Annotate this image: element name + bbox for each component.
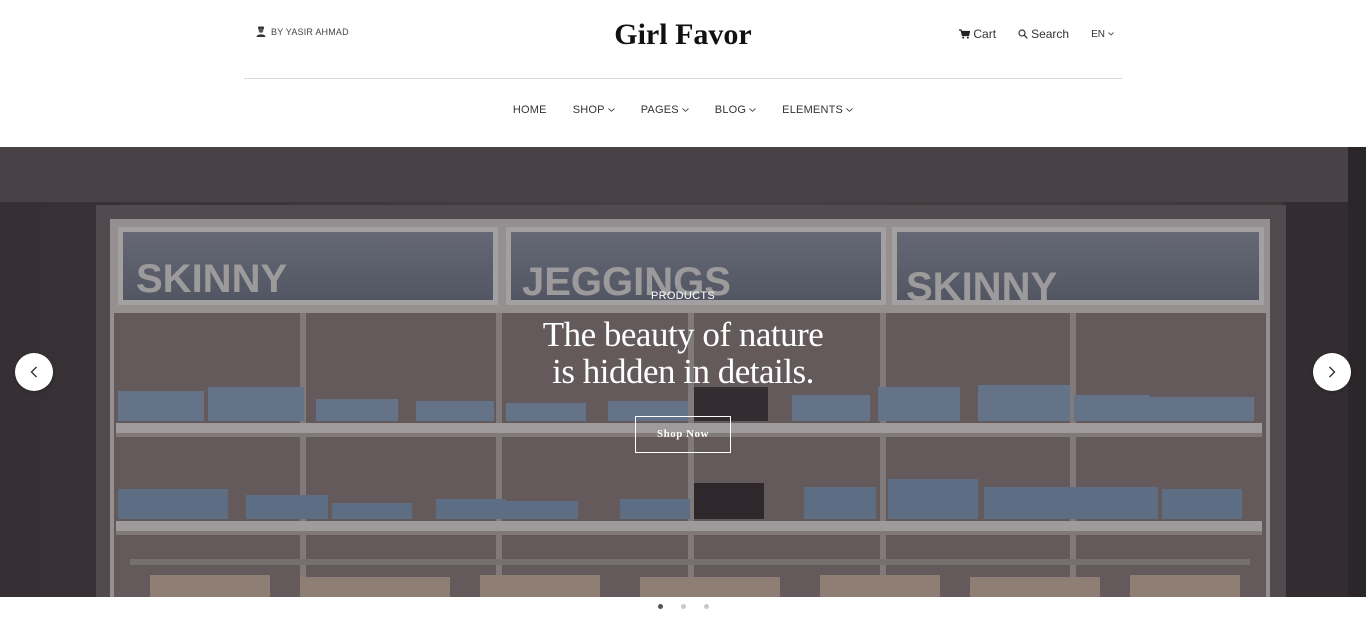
nav-item-label: HOME bbox=[512, 104, 547, 116]
main-nav: HOME SHOP PAGES BLOG ELEMENTS bbox=[0, 104, 1366, 116]
search-icon bbox=[1018, 29, 1028, 39]
hero-title-line: is hidden in details. bbox=[552, 352, 814, 391]
chevron-down-icon bbox=[607, 108, 615, 112]
cart-link[interactable]: Cart bbox=[959, 27, 996, 41]
chevron-down-icon bbox=[846, 108, 853, 112]
nav-item-pages[interactable]: PAGES bbox=[641, 104, 689, 116]
nav-item-label: SHOP bbox=[572, 104, 605, 116]
hero-title: The beauty of nature is hidden in detail… bbox=[0, 316, 1366, 390]
prev-slide-button[interactable] bbox=[15, 353, 53, 391]
hero-content: PRODUCTS The beauty of nature is hidden … bbox=[0, 290, 1366, 453]
cart-icon bbox=[959, 29, 971, 39]
nav-item-shop[interactable]: SHOP bbox=[573, 104, 615, 116]
nav-item-label: BLOG bbox=[714, 104, 747, 116]
site-logo-text: Girl Favor bbox=[614, 18, 752, 51]
header-actions: Cart Search EN bbox=[937, 27, 1114, 41]
search-label: Search bbox=[1031, 27, 1070, 41]
language-selector[interactable]: EN bbox=[1091, 29, 1114, 40]
slider-dot-1[interactable] bbox=[657, 604, 663, 609]
slider-dot-3[interactable] bbox=[703, 604, 709, 609]
hero-slider: SKINNY JEGGINGS SKINNY PRODUCTS The beau… bbox=[0, 147, 1366, 597]
chevron-down-icon bbox=[681, 108, 689, 112]
chevron-down-icon bbox=[1108, 32, 1114, 36]
hero-subtitle: PRODUCTS bbox=[650, 290, 716, 302]
chevron-left-icon bbox=[30, 366, 37, 378]
search-link[interactable]: Search bbox=[1018, 27, 1069, 41]
nav-item-elements[interactable]: ELEMENTS bbox=[782, 104, 853, 116]
cart-label: Cart bbox=[973, 27, 997, 41]
top-header: BY YASIR AHMAD Girl Favor Cart Search EN bbox=[244, 0, 1122, 79]
chevron-right-icon bbox=[1329, 366, 1336, 378]
nav-item-label: PAGES bbox=[640, 104, 679, 116]
nav-item-blog[interactable]: BLOG bbox=[715, 104, 756, 116]
slider-pagination bbox=[0, 604, 1366, 609]
slider-dot-2[interactable] bbox=[680, 604, 686, 609]
chevron-down-icon bbox=[749, 108, 756, 112]
nav-item-label: ELEMENTS bbox=[782, 104, 844, 116]
language-label: EN bbox=[1091, 28, 1105, 40]
nav-item-home[interactable]: HOME bbox=[513, 104, 547, 116]
next-slide-button[interactable] bbox=[1313, 353, 1351, 391]
hero-title-line: The beauty of nature bbox=[542, 315, 824, 354]
shop-now-button[interactable]: Shop Now bbox=[635, 416, 731, 453]
